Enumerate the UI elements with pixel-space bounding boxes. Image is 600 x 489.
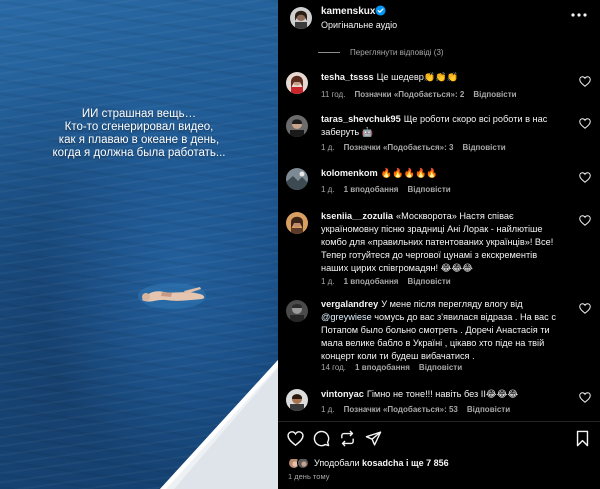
comment-text: kolomenkom 🔥🔥🔥🔥🔥	[321, 167, 563, 180]
more-options-icon[interactable]	[570, 8, 588, 22]
view-replies-label: Переглянути відповіді (3)	[350, 47, 444, 57]
heart-icon[interactable]	[287, 430, 304, 447]
comment-meta: 14 год. 1 вподобання Відповісти	[321, 363, 462, 372]
comment-content: У мене після перегляду влогу від	[381, 299, 523, 309]
comment-reply-button[interactable]: Відповісти	[462, 143, 505, 152]
post-timestamp: 1 день тому	[288, 472, 330, 481]
verified-badge-icon	[375, 5, 386, 16]
comment-time: 1 д.	[321, 405, 335, 414]
post-header: kamenskux Оригінальне аудіо	[278, 0, 600, 36]
liked-by-count[interactable]: і ще 7 856	[406, 458, 449, 468]
video-caption: ИИ страшная вещь… Кто-то сгенерировал ви…	[52, 108, 226, 159]
comment-text: vintonyac Гімно не тоне!!! навіть без ІІ😂…	[321, 388, 563, 401]
liked-by-text[interactable]: Уподобали kosadcha і ще 7 856	[314, 458, 449, 468]
commenter-avatar[interactable]	[286, 300, 308, 322]
repost-icon[interactable]	[339, 430, 356, 447]
comment-content: Гімно не тоне!!! навіть без ІІ😂😂😂	[366, 389, 519, 399]
comment-username[interactable]: tesha_tssss	[321, 72, 374, 82]
comment-time: 1 д.	[321, 277, 335, 286]
comment-username[interactable]: taras_shevchuk95	[321, 114, 401, 124]
comment-like-heart-icon[interactable]	[579, 172, 591, 183]
comment-meta: 11 год. Позначки «Подобається»: 2 Відпов…	[321, 90, 517, 99]
comment-username[interactable]: vintonyac	[321, 389, 364, 399]
liked-by-row: Уподобали kosadcha і ще 7 856	[288, 455, 449, 471]
liker-avatar	[297, 457, 309, 469]
commenter-avatar[interactable]	[286, 115, 308, 137]
comment-meta: 1 д. 1 вподобання Відповісти	[321, 277, 451, 286]
comment-meta: 1 д. Позначки «Подобається»: 53 Відповіс…	[321, 405, 510, 414]
comment-like-heart-icon[interactable]	[579, 215, 591, 226]
comment-meta: 1 д. 1 вподобання Відповісти	[321, 185, 451, 194]
actions-divider	[278, 421, 600, 422]
comment-likes-count[interactable]: Позначки «Подобається»: 2	[354, 90, 464, 99]
comment-likes-count[interactable]: 1 вподобання	[344, 277, 399, 286]
comment-time: 1 д.	[321, 143, 335, 152]
comment-like-heart-icon[interactable]	[579, 76, 591, 87]
post-action-bar	[278, 428, 600, 450]
comment-like-heart-icon[interactable]	[579, 392, 591, 403]
comment-reply-button[interactable]: Відповісти	[467, 405, 510, 414]
post-panel: kamenskux Оригінальне аудіо Переглянути …	[278, 0, 600, 489]
original-audio-link[interactable]: Оригінальне аудіо	[321, 20, 397, 30]
comment-content: Це шедевр👏👏👏	[376, 72, 459, 82]
comment-like-heart-icon[interactable]	[579, 303, 591, 314]
author-avatar[interactable]	[290, 7, 312, 29]
comment-reply-button[interactable]: Відповісти	[473, 90, 516, 99]
comment-reply-button[interactable]: Відповісти	[407, 185, 450, 194]
boat-deck	[160, 360, 278, 489]
commenter-avatar[interactable]	[286, 389, 308, 411]
comment-username[interactable]: vergalandrey	[321, 299, 378, 309]
post-video[interactable]: ИИ страшная вещь… Кто-то сгенерировал ви…	[0, 0, 278, 489]
comment-reply-button[interactable]: Відповісти	[419, 363, 462, 372]
comment-text: kseniia__zozulia «Москворота» Настя співа…	[321, 210, 563, 275]
liked-by-prefix: Уподобали	[314, 458, 360, 468]
comment-likes-count[interactable]: 1 вподобання	[355, 363, 410, 372]
view-replies-toggle[interactable]: Переглянути відповіді (3)	[318, 46, 444, 58]
author-username[interactable]: kamenskux	[321, 6, 375, 17]
comment-username[interactable]: kolomenkom	[321, 168, 378, 178]
comment-reply-button[interactable]: Відповісти	[407, 277, 450, 286]
swimmer-figure	[138, 283, 206, 309]
comment-meta: 1 д. Позначки «Подобається»: 3 Відповіст…	[321, 143, 506, 152]
comment-text: tesha_tssss Це шедевр👏👏👏	[321, 71, 563, 84]
comment-time: 11 год.	[321, 90, 346, 99]
comment-likes-count[interactable]: Позначки «Подобається»: 3	[344, 143, 454, 152]
comment-time: 14 год.	[321, 363, 347, 372]
share-icon[interactable]	[365, 430, 382, 447]
commenter-avatar[interactable]	[286, 212, 308, 234]
liked-by-user[interactable]: kosadcha	[362, 458, 404, 468]
comment-icon[interactable]	[313, 430, 330, 447]
replies-divider-line	[318, 51, 340, 53]
comment-text: taras_shevchuk95 Ще роботи скоро всі робо…	[321, 113, 563, 139]
comment-content: 🔥🔥🔥🔥🔥	[380, 168, 438, 178]
comment-likes-count[interactable]: Позначки «Подобається»: 53	[344, 405, 458, 414]
comment-time: 1 д.	[321, 185, 335, 194]
commenter-avatar[interactable]	[286, 72, 308, 94]
comment-text: vergalandrey У мене після перегляду влогу…	[321, 298, 563, 363]
comment-like-heart-icon[interactable]	[579, 118, 591, 129]
comment-likes-count[interactable]: 1 вподобання	[344, 185, 399, 194]
commenter-avatar[interactable]	[286, 168, 308, 190]
comment-username[interactable]: kseniia__zozulia	[321, 211, 393, 221]
comment-mention-link[interactable]: @greywiese	[321, 312, 372, 322]
bookmark-icon[interactable]	[574, 430, 591, 447]
